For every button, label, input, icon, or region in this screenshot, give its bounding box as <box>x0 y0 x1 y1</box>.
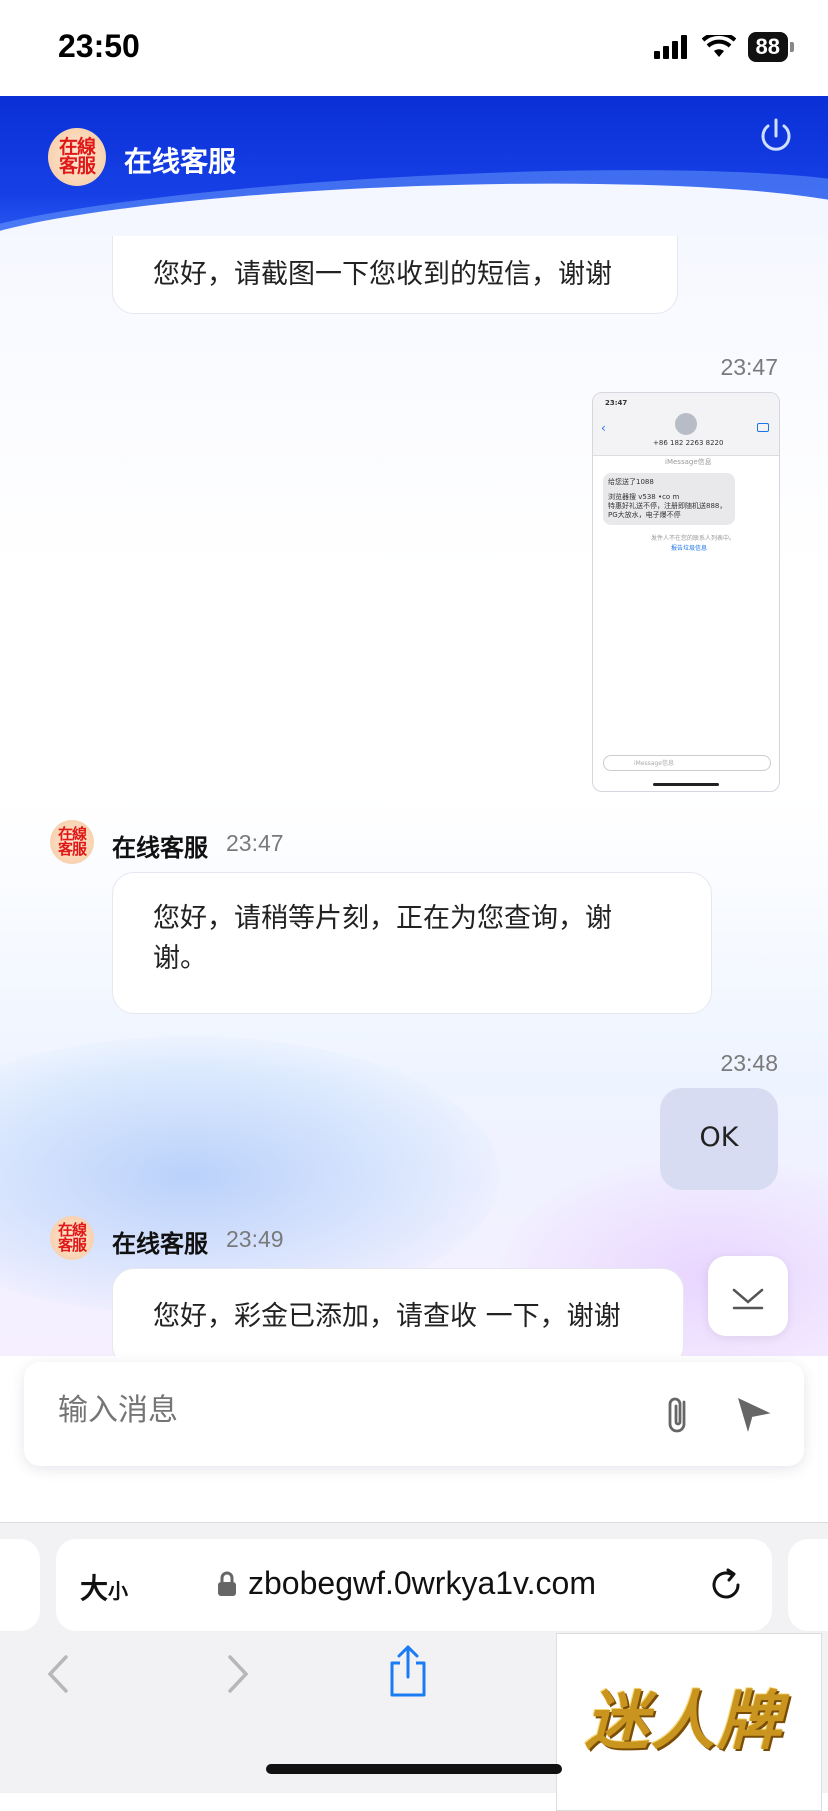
message-time: 23:49 <box>226 1226 284 1252</box>
reload-icon[interactable] <box>706 1565 746 1605</box>
sender-name: 在线客服 <box>112 1230 208 1258</box>
screenshot-header: 23:47 ‹ +86 182 2263 8220 <box>593 393 779 456</box>
screenshot-time: 23:47 <box>605 399 628 407</box>
url-display[interactable]: zbobegwf.0wrkya1v.com <box>216 1565 596 1602</box>
screenshot-footer: 发件人不在您的联系人列表中。 <box>651 535 736 542</box>
send-icon[interactable] <box>732 1392 776 1436</box>
screenshot-service: iMessage信息 <box>665 458 712 466</box>
forward-icon[interactable] <box>222 1651 252 1697</box>
screenshot-report: 报告垃圾信息 <box>671 545 708 552</box>
agent-message: 您好，彩金已添加，请查收 一下，谢谢 <box>112 1268 684 1356</box>
battery-indicator: 88 <box>747 32 794 62</box>
avatar-text: 在線客服 <box>57 1221 87 1254</box>
battery-level: 88 <box>747 32 788 62</box>
watermark-logo: 迷人牌 <box>556 1633 822 1811</box>
message-time: 23:48 <box>720 1050 778 1076</box>
size-label-small: 小 <box>108 1579 129 1603</box>
agent-avatar: 在線客服 <box>50 1216 94 1260</box>
screenshot-video-icon <box>757 423 769 432</box>
status-icons: 88 <box>653 32 794 62</box>
signal-icon <box>653 35 687 59</box>
sms-line-3: 特惠好礼送不停，注册即随机送888，PG大放水，电子爆不停 <box>608 502 727 519</box>
avatar-text: 在線客服 <box>57 825 87 858</box>
back-icon[interactable] <box>44 1651 74 1697</box>
screenshot-contact-avatar <box>675 413 697 435</box>
sms-line-1: 给您送了1088 <box>608 478 654 486</box>
address-bar[interactable]: 大小 zbobegwf.0wrkya1v.com <box>56 1539 772 1631</box>
screenshot-image[interactable]: 23:47 ‹ +86 182 2263 8220 iMessage信息 给您送… <box>592 392 780 792</box>
home-indicator <box>266 1764 562 1774</box>
agent-avatar: 在線客服 <box>50 820 94 864</box>
chat-area[interactable]: 您好，请截图一下您收到的短信，谢谢 23:47 23:47 ‹ +86 182 … <box>0 236 828 1356</box>
lock-icon <box>218 1571 236 1596</box>
message-text: 您好，彩金已添加，请查收 一下，谢谢 <box>153 1301 621 1332</box>
next-tab-edge[interactable] <box>788 1539 828 1631</box>
screenshot-back-icon: ‹ <box>601 421 606 435</box>
size-label-big: 大 <box>80 1572 109 1605</box>
message-text: OK <box>699 1122 739 1153</box>
wifi-icon <box>701 35 736 57</box>
status-bar: 23:50 88 <box>0 0 828 96</box>
message-composer <box>24 1362 804 1466</box>
service-logo: 在線客服 <box>48 128 106 186</box>
agent-message: 您好，请截图一下您收到的短信，谢谢 <box>112 236 678 314</box>
attach-icon[interactable] <box>658 1392 698 1436</box>
screenshot-input: iMessage信息 <box>603 755 771 771</box>
logo-text: 在線客服 <box>58 136 96 177</box>
screenshot-sender: +86 182 2263 8220 <box>653 439 724 447</box>
sender-name: 在线客服 <box>112 834 208 862</box>
my-message: OK <box>660 1088 778 1190</box>
status-time: 23:50 <box>58 28 140 64</box>
message-input[interactable] <box>56 1392 620 1429</box>
battery-tip <box>790 42 794 52</box>
header-title: 在线客服 <box>124 145 237 178</box>
message-text: 您好，请稍等片刻，正在为您查询，谢谢。 <box>153 903 612 974</box>
message-time: 23:47 <box>720 354 778 380</box>
sms-line-2: 浏览器搜 v538 •co m <box>608 493 680 501</box>
scroll-down-button[interactable] <box>708 1256 788 1336</box>
screenshot-home-bar <box>653 783 719 786</box>
browser-toolbar: 大小 zbobegwf.0wrkya1v.com 迷人牌 <box>0 1522 828 1811</box>
text-size-button[interactable]: 大小 <box>80 1567 128 1607</box>
chat-header: 在線客服 在线客服 <box>0 96 828 236</box>
message-text: 您好，请截图一下您收到的短信，谢谢 <box>153 259 612 290</box>
message-time: 23:47 <box>226 830 284 856</box>
agent-message: 您好，请稍等片刻，正在为您查询，谢谢。 <box>112 872 712 1014</box>
power-icon[interactable] <box>756 116 796 156</box>
url-text: zbobegwf.0wrkya1v.com <box>248 1565 596 1601</box>
screenshot-sms: 给您送了1088 浏览器搜 v538 •co m 特惠好礼送不停，注册即随机送8… <box>603 473 735 525</box>
scroll-down-icon <box>732 1288 764 1310</box>
share-icon[interactable] <box>386 1643 430 1699</box>
watermark-text: 迷人牌 <box>585 1685 783 1759</box>
screenshot-input-placeholder: iMessage信息 <box>634 760 674 767</box>
previous-tab-edge[interactable] <box>0 1539 40 1631</box>
